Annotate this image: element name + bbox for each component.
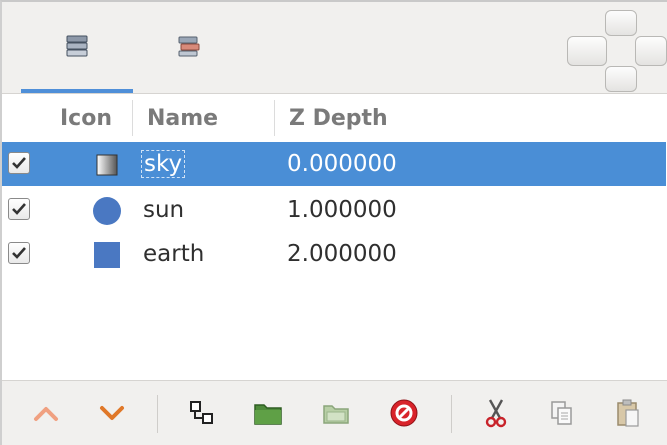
- column-header-z-depth[interactable]: Z Depth: [289, 94, 388, 142]
- panel-tab-bar: [2, 2, 667, 94]
- circle-icon: [92, 196, 122, 226]
- layer-z-depth: 0.000000: [287, 151, 397, 177]
- layers-icon: [64, 34, 90, 62]
- delete-icon: [390, 399, 418, 427]
- checkmark-icon: [12, 157, 26, 169]
- lower-layer-button[interactable]: [94, 395, 130, 431]
- toolbar-separator: [451, 395, 452, 433]
- square-icon: [92, 240, 122, 270]
- layers-toolbar: [2, 380, 667, 445]
- checkmark-icon: [12, 247, 26, 259]
- gradient-square-icon: [92, 150, 122, 180]
- layer-transform-icon: [176, 34, 202, 62]
- new-folder-button[interactable]: [250, 395, 286, 431]
- paste-icon: [617, 399, 639, 427]
- table-header: Icon Name Z Depth: [2, 94, 667, 142]
- copy-button[interactable]: [544, 395, 580, 431]
- visibility-checkbox[interactable]: [8, 152, 30, 174]
- column-divider: [274, 100, 275, 136]
- tab-layer-properties[interactable]: [133, 2, 245, 93]
- column-header-icon[interactable]: Icon: [60, 94, 112, 142]
- group-layers-button[interactable]: [184, 395, 220, 431]
- raise-layer-button[interactable]: [28, 395, 64, 431]
- table-row[interactable]: sky 0.000000: [2, 142, 666, 186]
- layer-name[interactable]: sky: [141, 142, 186, 186]
- folder-disabled-button[interactable]: [318, 395, 354, 431]
- column-divider: [132, 100, 133, 136]
- toolbar-separator: [157, 395, 158, 433]
- folder-icon: [254, 404, 282, 425]
- layer-name[interactable]: earth: [143, 232, 204, 276]
- copy-icon: [551, 401, 572, 425]
- column-header-name[interactable]: Name: [147, 94, 218, 142]
- lower-layer-icon: [100, 406, 124, 420]
- visibility-checkbox[interactable]: [8, 198, 30, 220]
- tab-layers[interactable]: [21, 2, 133, 93]
- layer-name[interactable]: sun: [143, 188, 184, 232]
- raise-layer-icon: [34, 407, 58, 421]
- visibility-checkbox[interactable]: [8, 242, 30, 264]
- layer-z-depth: 2.000000: [287, 241, 397, 267]
- folder-disabled-icon: [323, 405, 349, 424]
- group-layers-icon: [190, 401, 213, 424]
- table-row[interactable]: sun 1.000000: [2, 188, 666, 232]
- cut-icon: [485, 399, 507, 428]
- checkmark-icon: [12, 203, 26, 215]
- layer-z-depth: 1.000000: [287, 197, 397, 223]
- panel-dock-control[interactable]: [567, 10, 667, 94]
- active-tab-indicator: [21, 89, 133, 93]
- table-row[interactable]: earth 2.000000: [2, 232, 666, 276]
- paste-button[interactable]: [610, 395, 646, 431]
- delete-layer-button[interactable]: [386, 395, 422, 431]
- cut-button[interactable]: [478, 395, 514, 431]
